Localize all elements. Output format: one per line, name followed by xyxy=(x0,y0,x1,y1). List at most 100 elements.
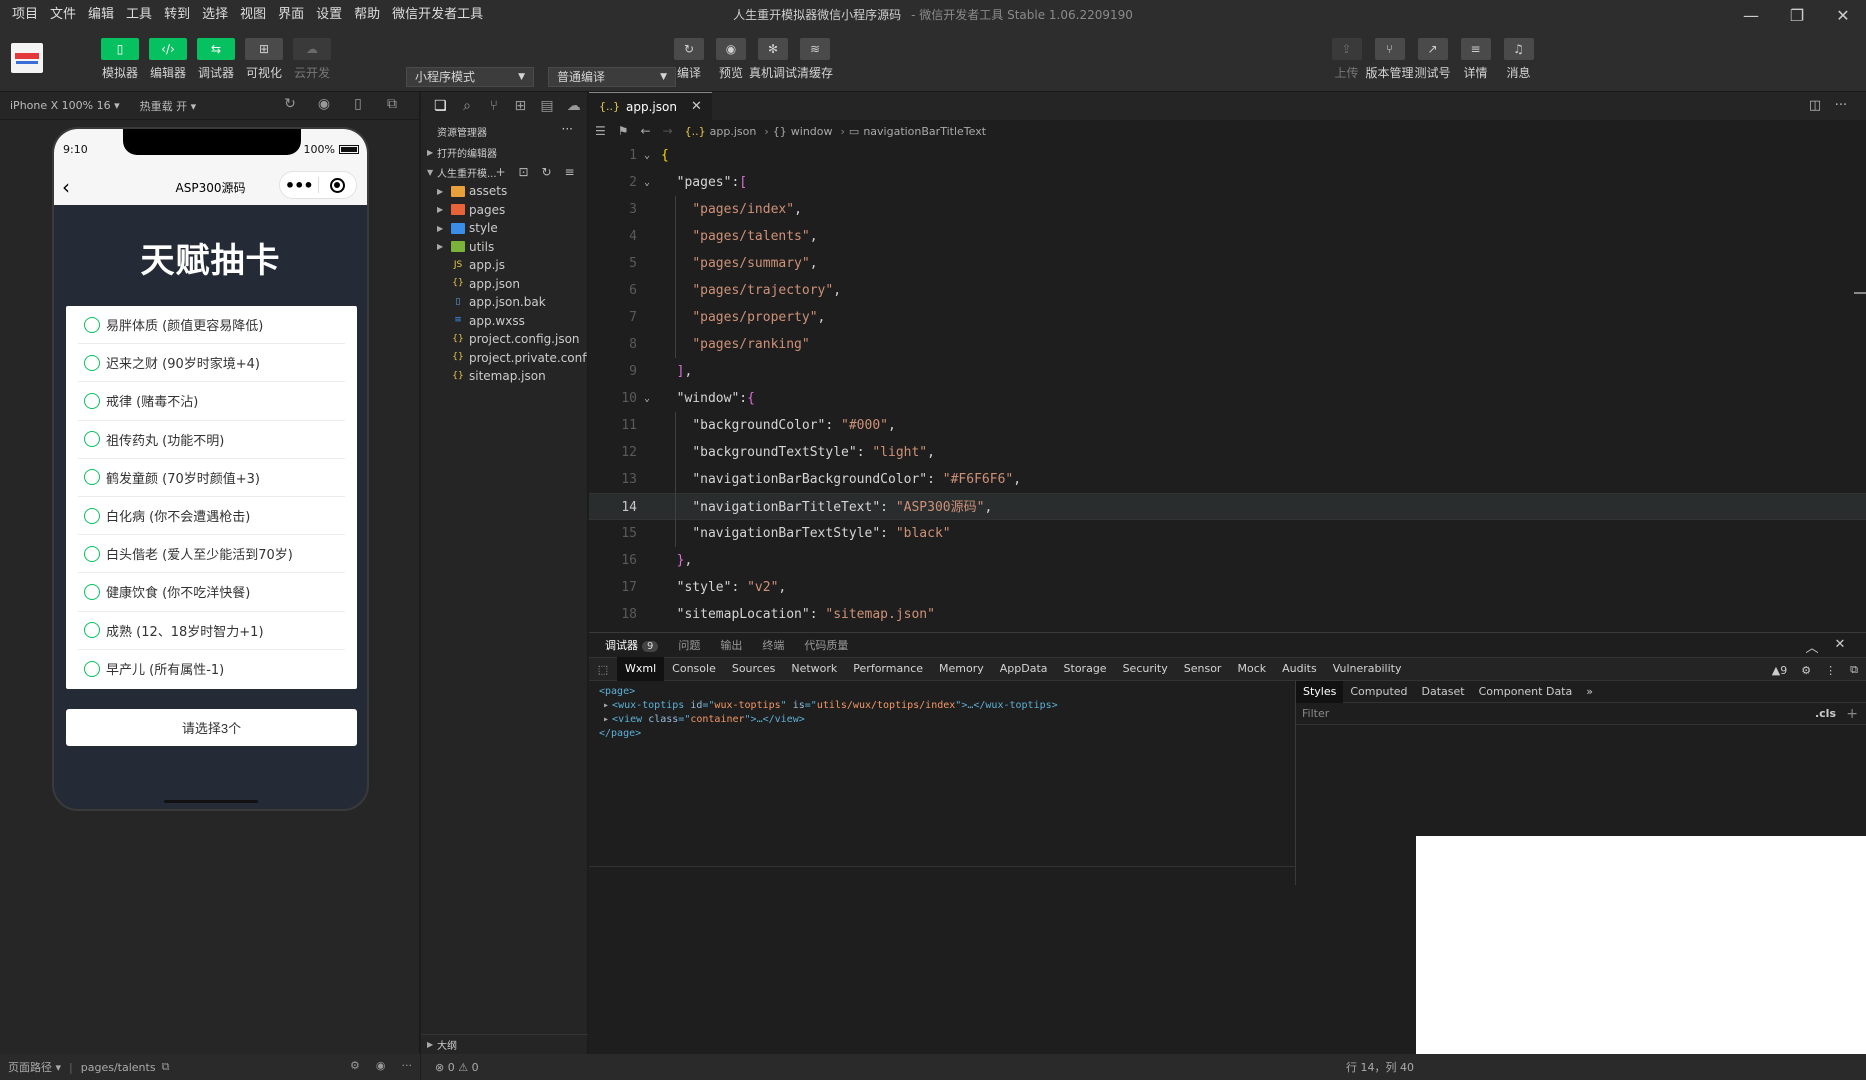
close-icon[interactable]: ✕ xyxy=(691,99,702,114)
tab-devtools-console[interactable]: Console xyxy=(664,657,724,681)
back-icon[interactable]: ← xyxy=(641,124,651,138)
breadcrumb-key[interactable]: navigationBarTitleText xyxy=(863,125,986,138)
phone-button[interactable]: ▯ 模拟器 xyxy=(96,38,144,81)
tab-debugger-4[interactable]: 代码质量 xyxy=(804,637,848,653)
bell-button[interactable]: ♫ 消息 xyxy=(1497,38,1540,81)
code-line[interactable]: 14 "navigationBarTitleText": "ASP300源码", xyxy=(589,493,1866,520)
tree-folder[interactable]: ▶ utils xyxy=(421,238,587,257)
more-icon[interactable]: ··· xyxy=(402,1059,413,1072)
tab-devtools-audits[interactable]: Audits xyxy=(1274,657,1325,681)
upload-button[interactable]: ⇪ 上传 xyxy=(1325,38,1368,81)
list-item[interactable]: 健康饮食 (你不吃洋快餐) xyxy=(78,573,345,612)
layers-button[interactable]: ≋ 清缓存 xyxy=(794,38,836,81)
tab-app-json[interactable]: {..} app.json ✕ xyxy=(589,92,712,120)
code-area[interactable]: 1 ⌄{2 ⌄ "pages":[3 "pages/index", 4 "pages/… xyxy=(589,142,1866,649)
bug-button[interactable]: ✻ 真机调试 xyxy=(749,38,797,81)
menu-item[interactable]: 帮助 xyxy=(348,0,386,30)
copy-icon[interactable]: ⧉ xyxy=(162,1060,170,1074)
settings-icon[interactable]: ⚙ xyxy=(1801,664,1811,677)
tab-styles-1[interactable]: Computed xyxy=(1343,681,1414,703)
tab-devtools-appdata[interactable]: AppData xyxy=(992,657,1056,681)
menu-item[interactable]: 设置 xyxy=(310,0,348,30)
layout-button[interactable]: ⊞ 可视化 xyxy=(240,38,288,81)
tab-debugger-2[interactable]: 输出 xyxy=(720,637,742,653)
record-icon[interactable]: ◉ xyxy=(307,96,341,112)
forward-icon[interactable]: → xyxy=(663,124,673,138)
menu-item[interactable]: 项目 xyxy=(6,0,44,30)
extensions-icon[interactable]: ⊞ xyxy=(507,98,534,114)
breadcrumb-file[interactable]: app.json xyxy=(710,125,757,138)
more-dots-icon[interactable]: ••• xyxy=(280,176,318,195)
tree-file[interactable]: JS app.js xyxy=(421,256,587,275)
tab-styles-3[interactable]: Component Data xyxy=(1472,681,1580,703)
tab-devtools-network[interactable]: Network xyxy=(783,657,845,681)
radio-circle-icon[interactable] xyxy=(84,660,100,677)
tree-file[interactable]: {} project.config.json xyxy=(421,330,587,349)
menu-button[interactable]: ≡ 详情 xyxy=(1454,38,1497,81)
menu-item[interactable]: 视图 xyxy=(234,0,272,30)
code-line[interactable]: 5 "pages/summary", xyxy=(589,250,1866,277)
code-line[interactable]: 16 }, xyxy=(589,547,1866,574)
tab-debugger-3[interactable]: 终端 xyxy=(762,637,784,653)
code-line[interactable]: 18 "sitemapLocation": "sitemap.json" xyxy=(589,601,1866,628)
list-item[interactable]: 成熟 (12、18岁时智力+1) xyxy=(78,612,345,650)
list-icon[interactable]: ☰ xyxy=(595,124,606,138)
radio-circle-icon[interactable] xyxy=(84,545,100,562)
code-line[interactable]: 6 "pages/trajectory", xyxy=(589,277,1866,304)
settings-icon[interactable]: ⚙ xyxy=(350,1059,360,1072)
code-line[interactable]: 7 "pages/property", xyxy=(589,304,1866,331)
filter-input[interactable]: Filter xyxy=(1302,707,1329,720)
reload-icon[interactable]: ↻ xyxy=(273,96,307,112)
branch-button[interactable]: ⑂ 版本管理 xyxy=(1366,38,1414,81)
search-icon[interactable]: ⌕ xyxy=(454,98,481,114)
code-line[interactable]: 4 "pages/talents", xyxy=(589,223,1866,250)
refresh-button[interactable]: ↻ 编译 xyxy=(668,38,710,81)
list-item[interactable]: 白化病 (你不会遭遇枪击) xyxy=(78,497,345,536)
code-line[interactable]: 11 "backgroundColor": "#000", xyxy=(589,412,1866,439)
warning-count[interactable]: ▲9 xyxy=(1772,664,1787,677)
chevron-down-icon[interactable]: ⌄ xyxy=(644,142,650,169)
tab-styles-0[interactable]: Styles xyxy=(1296,680,1344,703)
tab-devtools-wxml[interactable]: Wxml xyxy=(617,657,665,681)
close-capsule-icon[interactable] xyxy=(318,177,356,193)
tree-file[interactable]: ▯ app.json.bak xyxy=(421,293,587,312)
new-file-icon[interactable]: + xyxy=(489,165,512,179)
chevron-right-icon[interactable]: » xyxy=(1579,681,1600,703)
wxml-node[interactable]: ▸ <view class="container">…</view> xyxy=(599,713,1289,727)
phone-icon[interactable]: ▯ xyxy=(341,96,375,112)
storage-icon[interactable]: ▤ xyxy=(534,98,561,114)
minimize-button[interactable]: — xyxy=(1728,0,1774,30)
menu-item[interactable]: 编辑 xyxy=(82,0,120,30)
code-line[interactable]: 2 ⌄ "pages":[ xyxy=(589,169,1866,196)
files-icon[interactable]: ❏ xyxy=(427,98,454,114)
device-select[interactable]: iPhone X 100% 16 ▾ xyxy=(10,99,120,112)
tab-devtools-memory[interactable]: Memory xyxy=(931,657,992,681)
code-line[interactable]: 9 ], xyxy=(589,358,1866,385)
code-line[interactable]: 17 "style": "v2", xyxy=(589,574,1866,601)
menu-item[interactable]: 文件 xyxy=(44,0,82,30)
collapse-icon[interactable]: ≡ xyxy=(558,165,581,179)
split-editor-icon[interactable]: ◫ xyxy=(1802,98,1828,113)
list-item[interactable]: 祖传药丸 (功能不明) xyxy=(78,421,345,459)
cloud-button[interactable]: ☁ 云开发 xyxy=(288,38,336,81)
breadcrumb-window[interactable]: window xyxy=(791,125,833,138)
tab-devtools-performance[interactable]: Performance xyxy=(845,657,931,681)
code-line[interactable]: 13 "navigationBarBackgroundColor": "#F6F… xyxy=(589,466,1866,493)
code-line[interactable]: 12 "backgroundTextStyle": "light", xyxy=(589,439,1866,466)
confirm-button[interactable]: 请选择3个 xyxy=(66,709,357,746)
eye-icon[interactable]: ◉ xyxy=(376,1059,386,1072)
project-section[interactable]: ▼ 人生重开模... + ⊡ ↻ ≡ xyxy=(421,162,587,182)
chevron-down-icon[interactable]: ⌄ xyxy=(644,169,650,196)
hotreload-toggle[interactable]: 热重载 开 ▾ xyxy=(140,98,197,114)
menu-item[interactable]: 工具 xyxy=(120,0,158,30)
tree-file[interactable]: {} app.json xyxy=(421,275,587,294)
bookmark-icon[interactable]: ⚑ xyxy=(618,124,629,138)
radio-circle-icon[interactable] xyxy=(84,583,100,600)
inspect-icon[interactable]: ⬚ xyxy=(589,663,617,676)
avatar[interactable] xyxy=(11,43,43,73)
code-line[interactable]: 10 ⌄ "window":{ xyxy=(589,385,1866,412)
menu-item[interactable]: 转到 xyxy=(158,0,196,30)
styles-filter[interactable]: Filter .cls + xyxy=(1296,703,1866,725)
radio-circle-icon[interactable] xyxy=(84,316,100,333)
chevron-down-icon[interactable]: ⌄ xyxy=(644,385,650,412)
